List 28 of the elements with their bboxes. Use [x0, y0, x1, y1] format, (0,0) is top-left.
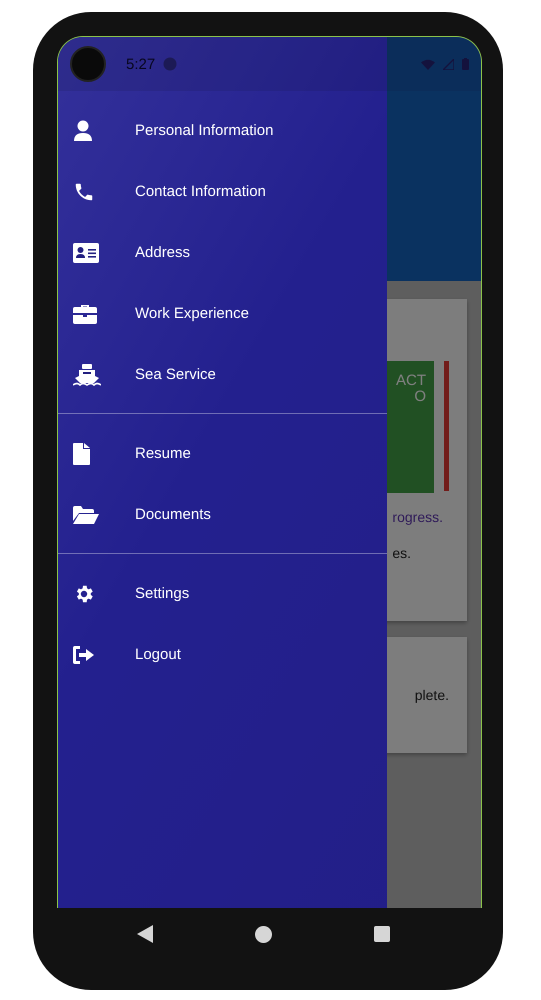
signal-icon: [443, 58, 454, 70]
logout-icon: [73, 646, 95, 664]
home-icon[interactable]: [255, 926, 272, 942]
folder-icon: [73, 506, 99, 524]
battery-icon: [462, 58, 469, 70]
document-icon: [73, 442, 90, 464]
drawer-item[interactable]: Resume: [58, 423, 387, 484]
drawer-item[interactable]: Sea Service: [58, 344, 387, 405]
drawer-item[interactable]: Contact Information: [58, 161, 387, 222]
drawer-item[interactable]: Personal Information: [58, 100, 387, 161]
progress-text: rogress.: [392, 509, 443, 525]
drawer-item[interactable]: Work Experience: [58, 283, 387, 344]
briefcase-icon: [73, 304, 97, 324]
drawer-item[interactable]: Logout: [58, 624, 387, 685]
drawer-item[interactable]: Documents: [58, 484, 387, 545]
back-icon[interactable]: [137, 925, 153, 943]
notification-icon: [163, 57, 178, 71]
person-icon: [73, 120, 93, 142]
status-time: 5:27: [126, 56, 156, 72]
banner-text: ACT: [396, 373, 426, 389]
drawer-item[interactable]: Address: [58, 222, 387, 283]
ship-icon: [73, 364, 101, 386]
banner-text: O: [414, 389, 426, 405]
card-text: plete.: [414, 687, 449, 703]
drawer-item[interactable]: Settings: [58, 563, 387, 624]
id-card-icon: [73, 242, 99, 262]
card-text: es.: [392, 545, 411, 561]
wifi-icon: [421, 58, 435, 70]
